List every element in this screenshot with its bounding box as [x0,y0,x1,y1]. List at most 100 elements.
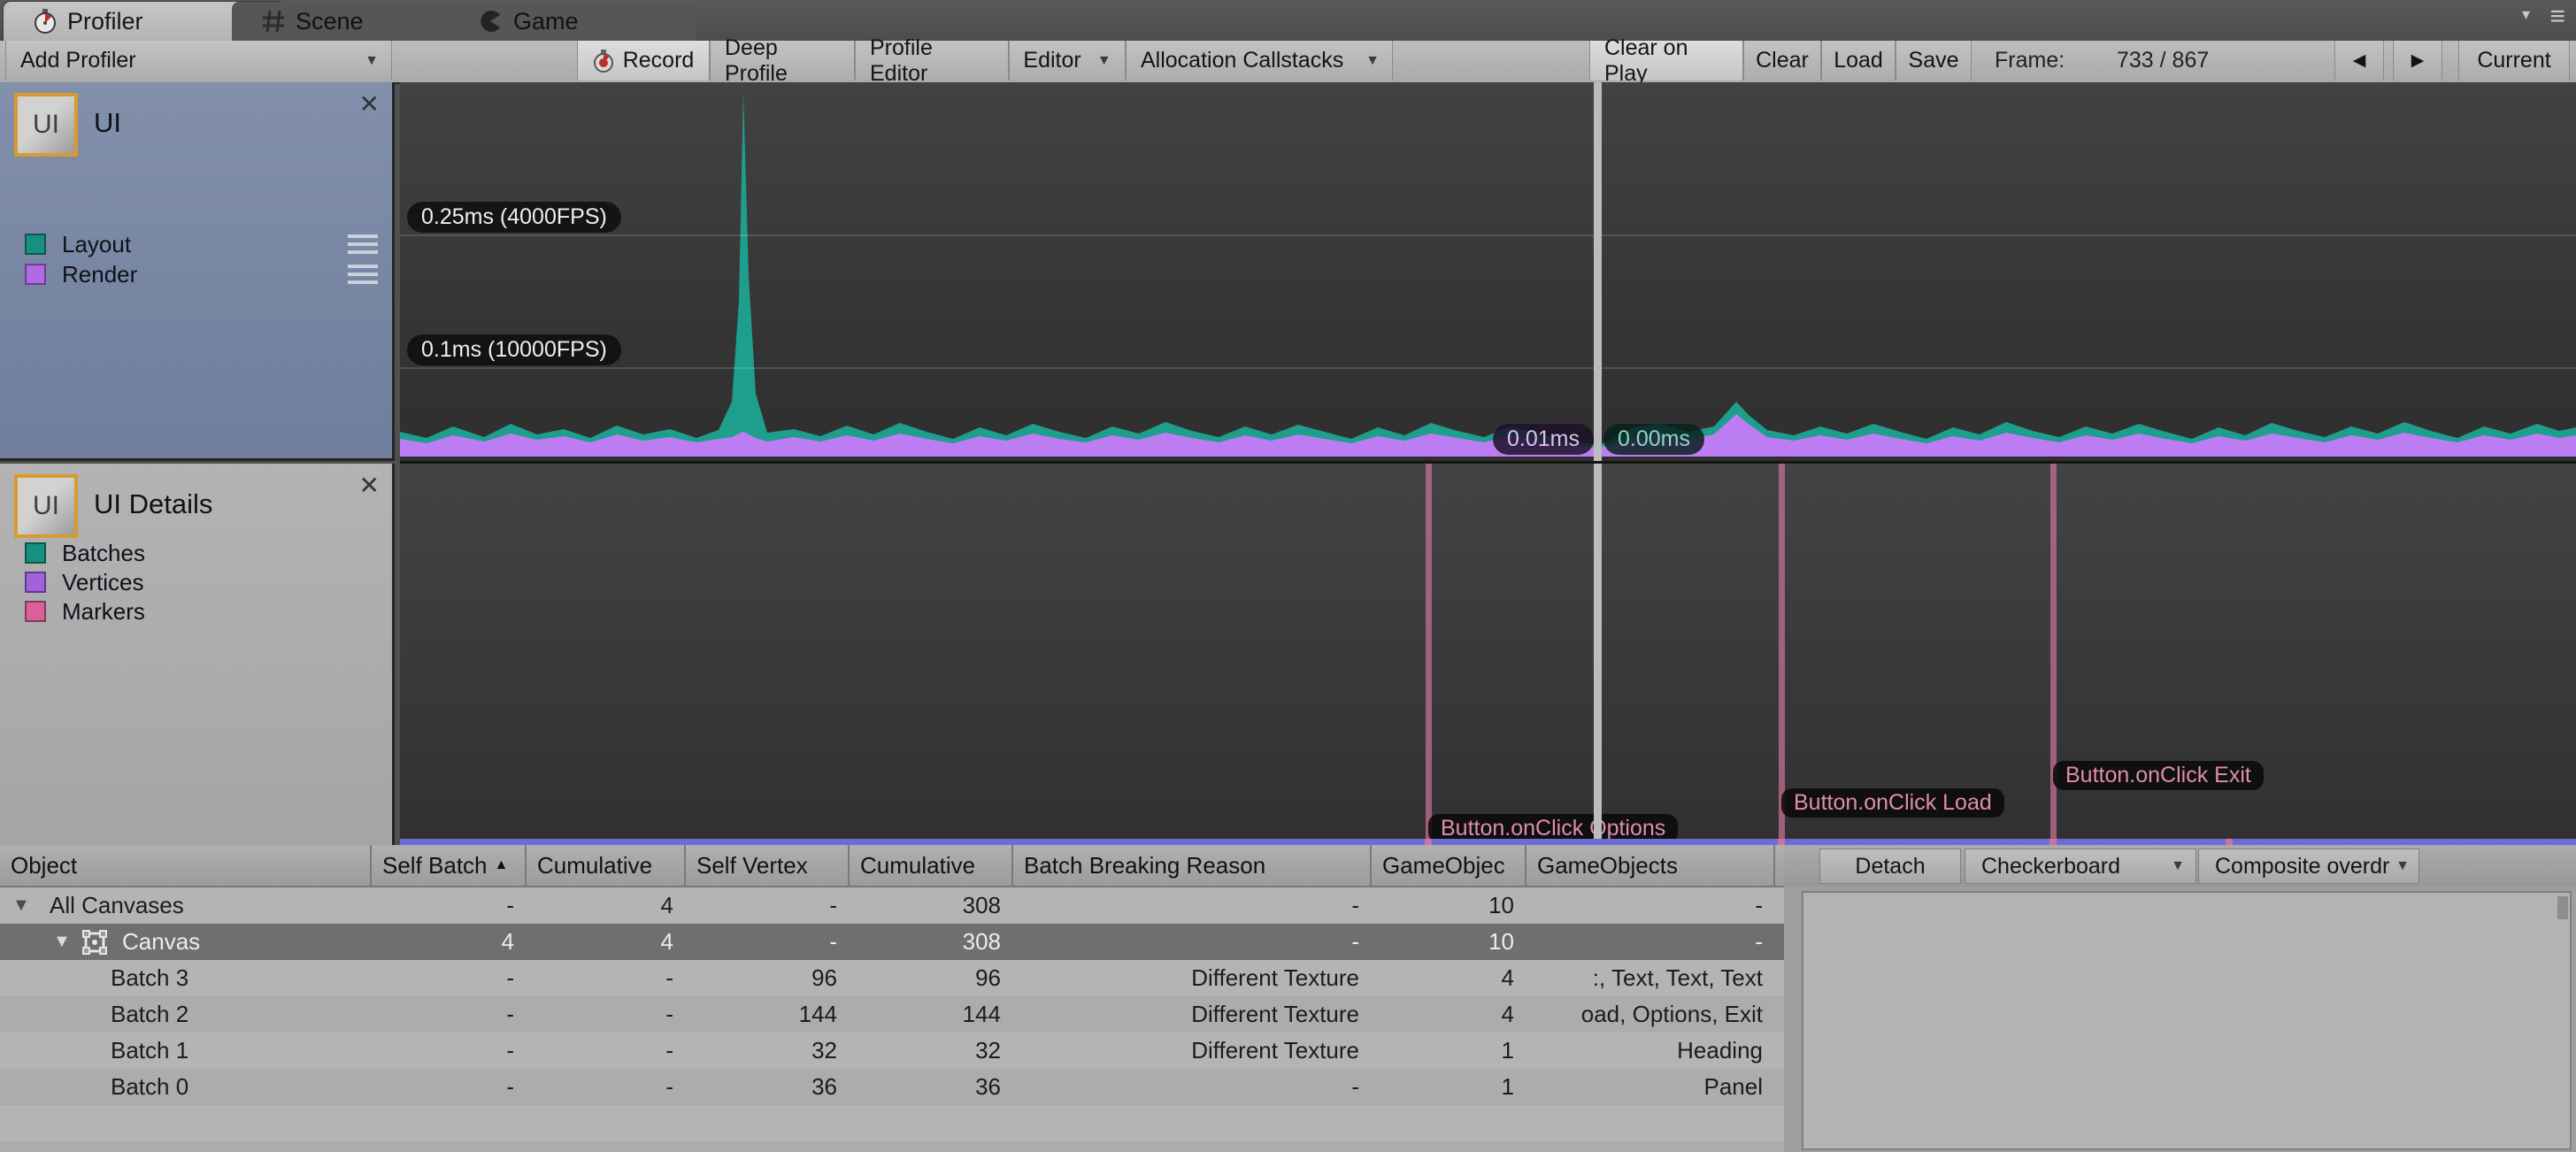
table-cell: 144 [686,996,850,1033]
drag-handle-icon[interactable] [348,234,378,254]
expand-triangle-icon[interactable]: ▼ [53,932,71,952]
column-header-self-batch[interactable]: Self Batch▲ [372,845,527,886]
preview-panel: Detach Checkerboard ▼ Composite overdr ▼ [1784,845,2576,1152]
column-header-gameobjec[interactable]: GameObjec [1372,845,1526,886]
table-cell: - [527,1033,686,1069]
column-header-object[interactable]: Object [0,845,372,886]
batch-preview-area[interactable] [1802,891,2572,1150]
grid-line [400,367,2576,369]
record-label: Record [623,48,695,73]
close-icon[interactable]: ✕ [359,471,380,500]
close-icon[interactable]: ✕ [359,89,380,119]
legend-item-layout[interactable]: Layout [25,231,131,257]
composite-overdraw-dropdown[interactable]: Composite overdr ▼ [2198,849,2419,884]
clear-on-play-label: Clear on Play [1604,35,1728,87]
preview-scrollbar[interactable] [2557,896,2568,919]
render-frame-value-pill: 0.01ms [1493,424,1594,455]
save-button[interactable]: Save [1895,41,1972,81]
ui-timing-chart[interactable]: 0.25ms (4000FPS)0.1ms (10000FPS)0.01ms0.… [400,82,2576,464]
table-cell: Different Texture [1013,960,1372,996]
table-row[interactable]: Batch 2--144144Different Texture4oad, Op… [0,996,1784,1033]
table-cell: 96 [850,960,1013,996]
ui-details-chart[interactable]: Button.onClick OptionsButton.onClick Loa… [400,464,2576,839]
prev-frame-button[interactable]: ◀ [2334,41,2384,81]
empty-row [0,1141,1784,1152]
detach-label: Detach [1855,854,1925,879]
column-header-gameobjects[interactable]: GameObjects [1526,845,1775,886]
clear-button[interactable]: Clear [1743,41,1821,81]
profiler-toolbar: Add Profiler ▼ Record Deep Profile Profi… [0,41,2576,84]
deep-profile-label: Deep Profile [725,35,840,87]
editor-dropdown[interactable]: Editor ▼ [1009,41,1126,81]
module-ui-panel[interactable]: UI UI ✕ Layout Render [0,82,395,461]
record-button[interactable]: Record [577,41,710,81]
chevron-down-icon: ▼ [2395,858,2410,874]
column-header-batch-breaking-reason[interactable]: Batch Breaking Reason [1013,845,1372,886]
legend-item-vertices[interactable]: Vertices [25,569,144,595]
axis-guide-label: 0.25ms (4000FPS) [407,202,621,233]
table-cell: - [1013,924,1372,960]
load-button[interactable]: Load [1821,41,1895,81]
chevron-down-icon: ▼ [2171,858,2185,874]
drag-handle-icon[interactable] [348,265,378,284]
table-cell: 10 [1372,924,1526,960]
column-header-cumulative[interactable]: Cumulative [850,845,1013,886]
column-header-cumulative[interactable]: Cumulative [527,845,686,886]
table-cell: - [686,887,850,924]
tab-game[interactable]: Game [450,2,696,41]
ui-module-title: UI [94,107,121,139]
table-row[interactable]: ▼Canvas44-308-10- [0,924,1784,960]
grid-icon [262,10,285,33]
ui-module-icon: UI [14,93,78,157]
table-row[interactable]: Batch 0--3636-1Panel [0,1069,1784,1105]
preview-toolbar: Detach Checkerboard ▼ Composite overdr ▼ [1784,845,2576,887]
column-header-self-vertex[interactable]: Self Vertex [686,845,850,886]
legend-item-batches[interactable]: Batches [25,540,145,566]
table-cell: 32 [686,1033,850,1069]
next-arrow-icon: ▶ [2411,50,2425,71]
object-label: Batch 1 [111,1037,188,1064]
table-header: ObjectSelf Batch▲CumulativeSelf VertexCu… [0,845,1784,887]
table-row[interactable]: Batch 1--3232Different Texture1Heading [0,1033,1784,1069]
playhead-line[interactable] [1594,82,1602,461]
table-cell: 4 [1372,960,1526,996]
object-label: Batch 2 [111,1001,188,1028]
expand-triangle-icon[interactable]: ▼ [12,895,30,916]
table-cell: Different Texture [1013,996,1372,1033]
marker-tick [1425,839,1432,845]
next-frame-button[interactable]: ▶ [2393,41,2442,81]
event-marker-label[interactable]: Button.onClick Exit [2053,761,2264,790]
legend-label: Markers [62,598,145,626]
table-row[interactable]: ▼All Canvases-4-308-10- [0,887,1784,924]
event-marker-label[interactable]: Button.onClick Load [1781,788,2004,818]
object-label: Batch 3 [111,964,188,992]
module-ui-details-panel[interactable]: UI UI Details ✕ Batches Vertices Markers [0,464,395,845]
profile-editor-button[interactable]: Profile Editor [855,41,1009,81]
save-label: Save [1909,48,1959,73]
allocation-callstacks-dropdown[interactable]: Allocation Callstacks ▼ [1126,41,1393,81]
legend-item-markers[interactable]: Markers [25,598,145,625]
pane-caret-icon[interactable]: ▾ [2522,5,2530,24]
table-cell: 10 [1372,887,1526,924]
add-profiler-dropdown[interactable]: Add Profiler ▼ [5,41,392,81]
table-row[interactable]: Batch 3--9696Different Texture4:, Text, … [0,960,1784,996]
sort-arrow-icon: ▲ [495,857,509,873]
table-cell: - [686,924,850,960]
object-label: Batch 0 [111,1073,188,1101]
axis-guide-label: 0.1ms (10000FPS) [407,334,621,365]
current-label: Current [2477,48,2550,73]
clear-on-play-button[interactable]: Clear on Play [1589,41,1743,81]
deep-profile-button[interactable]: Deep Profile [710,41,855,81]
playhead-line[interactable] [1594,464,1602,839]
checkerboard-dropdown[interactable]: Checkerboard ▼ [1965,849,2196,884]
table-cell: - [372,1033,527,1069]
composite-overdraw-label: Composite overdr [2215,854,2389,879]
table-cell: - [527,960,686,996]
legend-item-render[interactable]: Render [25,261,137,288]
table-cell: 32 [850,1033,1013,1069]
event-marker-line [1426,464,1432,839]
pane-menu-icon[interactable]: ≡ [2549,2,2565,32]
table-cell: 4 [527,924,686,960]
current-frame-button[interactable]: Current [2458,41,2570,81]
detach-button[interactable]: Detach [1819,849,1961,884]
